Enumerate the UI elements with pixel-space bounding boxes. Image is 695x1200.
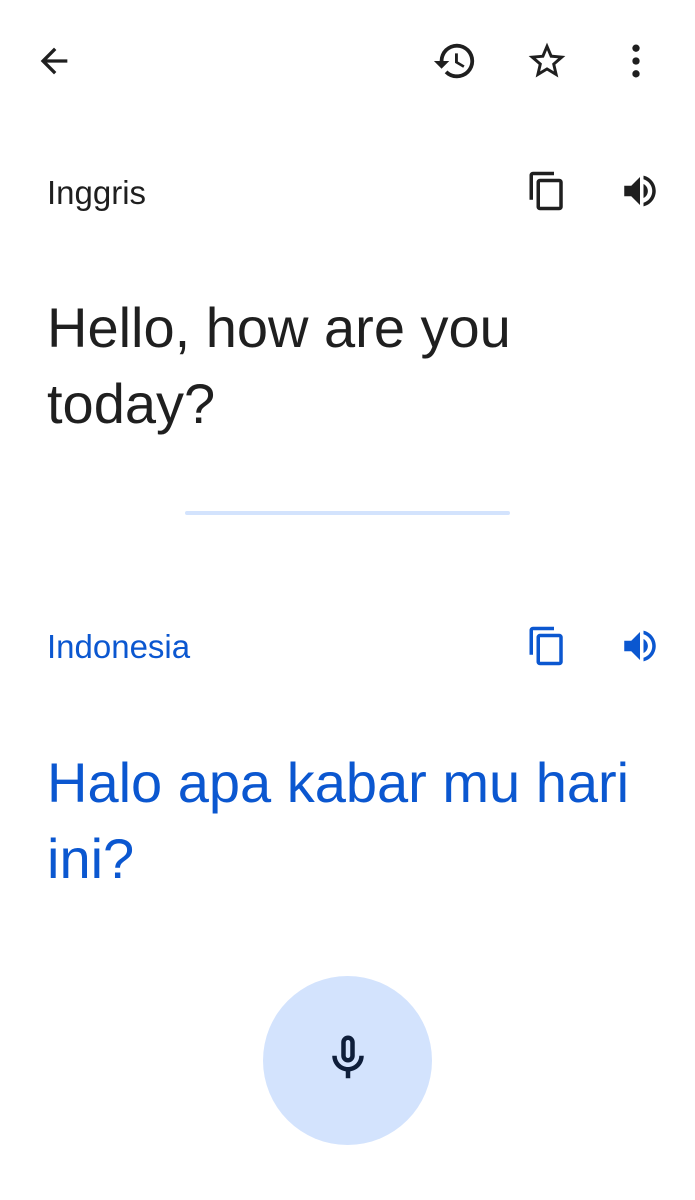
volume-icon xyxy=(619,625,661,667)
microphone-button[interactable] xyxy=(263,976,432,1145)
source-listen-button[interactable] xyxy=(612,163,668,219)
more-options-button[interactable] xyxy=(608,33,664,89)
translated-text: Halo apa kabar mu hari ini? xyxy=(47,751,630,890)
favorite-button[interactable] xyxy=(519,33,575,89)
copy-icon xyxy=(526,170,568,212)
microphone-icon xyxy=(321,1031,375,1090)
section-divider xyxy=(185,511,510,515)
source-text[interactable]: Hello, how are you today? xyxy=(47,290,647,442)
arrow-back-icon xyxy=(34,41,74,81)
more-vert-icon xyxy=(614,39,658,83)
source-copy-button[interactable] xyxy=(519,163,575,219)
target-language-label[interactable]: Indonesia xyxy=(47,627,190,667)
history-button[interactable] xyxy=(427,33,483,89)
back-button[interactable] xyxy=(26,33,82,89)
target-copy-button[interactable] xyxy=(519,618,575,674)
target-listen-button[interactable] xyxy=(612,618,668,674)
copy-icon xyxy=(526,625,568,667)
star-outline-icon xyxy=(525,39,569,83)
source-language-label[interactable]: Inggris xyxy=(47,173,146,213)
volume-icon xyxy=(619,170,661,212)
history-icon xyxy=(432,38,478,84)
